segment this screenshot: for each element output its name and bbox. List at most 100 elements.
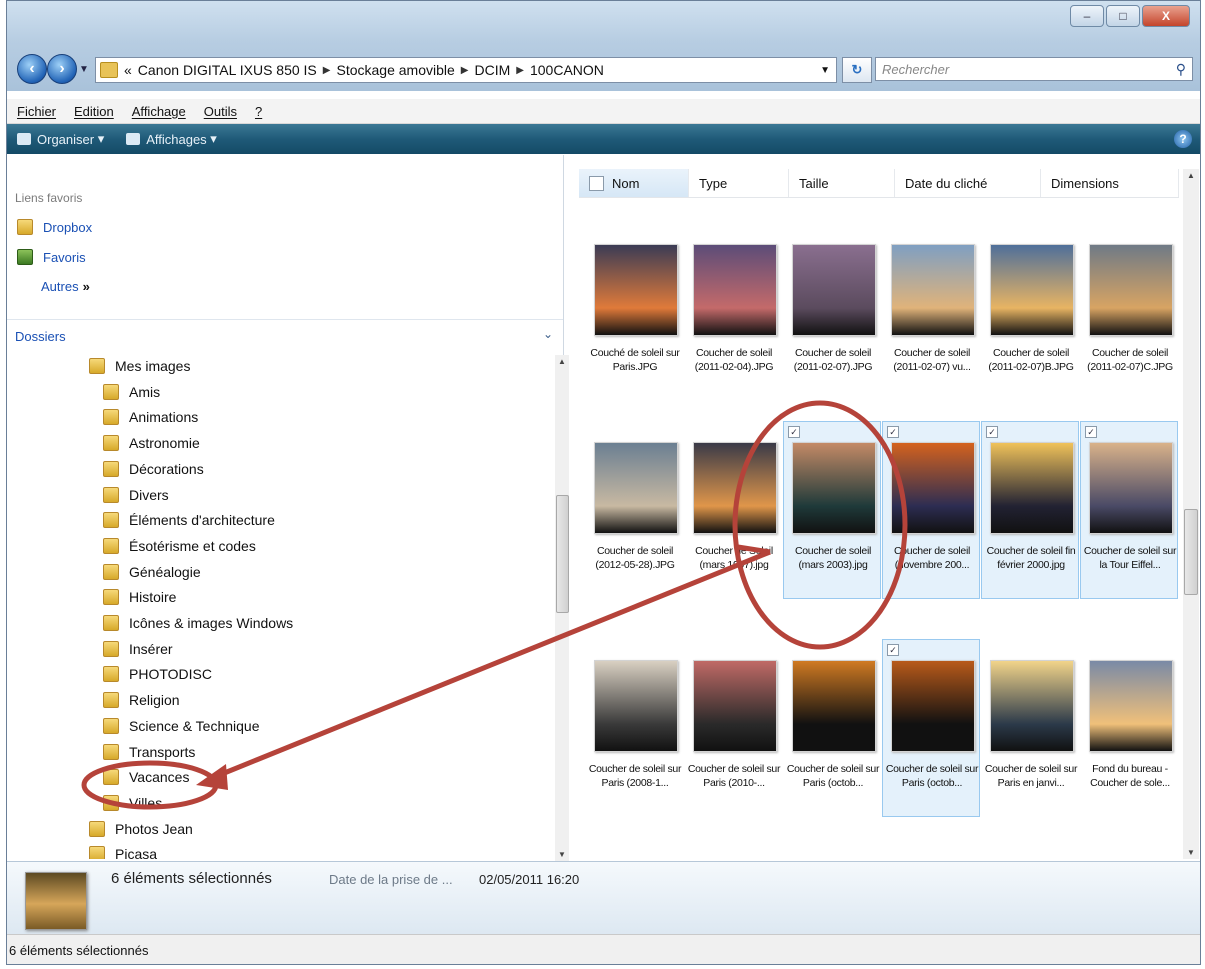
file-name: Coucher de soleil sur la Tour Eiffel... [1083, 545, 1177, 571]
file-thumbnail[interactable]: Coucher de Soleil (mars 1997).jpg [684, 421, 782, 599]
folder-tree-item[interactable]: Icônes & images Windows [103, 610, 293, 636]
refresh-icon[interactable]: ↻ [842, 57, 872, 83]
scroll-down-icon[interactable]: ▼ [1187, 848, 1195, 857]
menu-help[interactable]: ? [255, 104, 262, 119]
folder-tree-item[interactable]: Transports [103, 739, 195, 765]
chevron-down-icon[interactable]: ⌄ [543, 327, 553, 341]
breadcrumb-item[interactable]: Stockage amovible [336, 62, 454, 78]
folder-tree-item[interactable]: Mes images [89, 353, 190, 379]
menu-affichage[interactable]: Affichage [132, 104, 186, 119]
address-dropdown-icon[interactable]: ▼ [820, 65, 830, 76]
recent-pages-dropdown-icon[interactable]: ▼ [79, 64, 89, 75]
address-bar[interactable]: « Canon DIGITAL IXUS 850 IS ▶ Stockage a… [95, 57, 837, 83]
scroll-up-icon[interactable]: ▲ [558, 357, 566, 366]
breadcrumb-item[interactable]: 100CANON [530, 62, 604, 78]
search-icon[interactable]: ⚲ [1176, 61, 1186, 78]
folder-label: Transports [129, 743, 196, 760]
folder-tree-item[interactable]: Insérer [103, 636, 173, 662]
file-thumbnail[interactable]: Coucher de soleil sur Paris (2010-... [684, 639, 782, 817]
checkbox-icon[interactable]: ✓ [788, 426, 800, 438]
file-thumbnail[interactable]: Couché de soleil sur Paris.JPG [585, 223, 683, 401]
file-thumbnail[interactable]: Coucher de soleil (2011-02-07)C.JPG [1080, 223, 1178, 401]
breadcrumb-separator-icon[interactable]: ▶ [323, 65, 331, 76]
file-thumbnail[interactable]: Coucher de soleil (2011-02-07)B.JPG [981, 223, 1079, 401]
folder-tree-item[interactable]: Divers [103, 482, 169, 508]
folder-tree-item[interactable]: Éléments d'architecture [103, 507, 275, 533]
folder-label: Éléments d'architecture [129, 512, 275, 529]
column-type[interactable]: Type [689, 169, 789, 197]
minimize-button[interactable]: – [1070, 5, 1104, 27]
checkbox-icon[interactable]: ✓ [887, 644, 899, 656]
more-favorites-link[interactable]: Autres» [41, 279, 90, 294]
folder-tree-item[interactable]: Ésotérisme et codes [103, 533, 256, 559]
column-taille[interactable]: Taille [789, 169, 895, 197]
folder-tree-item[interactable]: Photos Jean [89, 816, 193, 842]
folder-tree-item[interactable]: Décorations [103, 456, 204, 482]
close-button[interactable]: X [1142, 5, 1190, 27]
folder-tree-item[interactable]: Amis [103, 379, 160, 405]
column-dimensions[interactable]: Dimensions [1041, 169, 1179, 197]
favorite-dropbox[interactable]: Dropbox [17, 219, 92, 235]
menu-fichier[interactable]: Fichier [17, 104, 56, 119]
favorites-folder-icon [17, 249, 33, 265]
file-thumbnail[interactable]: ✓ Coucher de soleil (mars 2003).jpg [783, 421, 881, 599]
checkbox-icon[interactable]: ✓ [1085, 426, 1097, 438]
folder-tree-item[interactable]: Histoire [103, 584, 176, 610]
column-label: Nom [612, 175, 640, 191]
property-value[interactable]: 02/05/2011 16:20 [479, 872, 579, 887]
folder-tree-item[interactable]: PHOTODISC [103, 661, 212, 687]
folder-tree-item[interactable]: Vacances [103, 764, 189, 790]
menu-edition[interactable]: Edition [74, 104, 114, 119]
file-thumbnail[interactable]: Coucher de soleil sur Paris (2008-1... [585, 639, 683, 817]
column-date[interactable]: Date du cliché [895, 169, 1041, 197]
maximize-button[interactable]: □ [1106, 5, 1140, 27]
breadcrumb-overflow[interactable]: « [124, 62, 132, 78]
help-icon[interactable]: ? [1174, 130, 1192, 148]
file-thumbnail[interactable]: ✓ Coucher de soleil sur la Tour Eiffel... [1080, 421, 1178, 599]
forward-arrow-icon[interactable]: › [47, 54, 77, 84]
folder-tree-item[interactable]: Science & Technique [103, 713, 260, 739]
folders-header[interactable]: Dossiers [15, 329, 66, 344]
selection-count: 6 éléments sélectionnés [111, 870, 272, 887]
file-thumbnail[interactable]: Fond du bureau - Coucher de sole... [1080, 639, 1178, 817]
breadcrumb-item[interactable]: Canon DIGITAL IXUS 850 IS [138, 62, 317, 78]
file-thumbnail[interactable]: Coucher de soleil sur Paris (octob... [783, 639, 881, 817]
search-input[interactable]: Rechercher ⚲ [875, 57, 1193, 81]
organize-button[interactable]: Organiser ▾ [17, 131, 104, 147]
checkbox-icon[interactable]: ✓ [887, 426, 899, 438]
views-button[interactable]: Affichages ▾ [126, 131, 217, 147]
favorite-favoris[interactable]: Favoris [17, 249, 86, 265]
file-thumbnail[interactable]: ✓ Coucher de soleil fin février 2000.jpg [981, 421, 1079, 599]
scroll-down-icon[interactable]: ▼ [558, 850, 566, 859]
breadcrumb-item[interactable]: DCIM [474, 62, 510, 78]
checkbox-icon[interactable]: ✓ [986, 426, 998, 438]
back-arrow-icon[interactable]: ‹ [17, 54, 47, 84]
file-thumbnail[interactable]: ✓ Coucher de soleil (novembre 200... [882, 421, 980, 599]
photo-preview [693, 244, 777, 336]
folder-scrollbar[interactable]: ▲ ▼ [555, 355, 569, 861]
file-thumbnail[interactable]: Coucher de soleil (2011-02-07).JPG [783, 223, 881, 401]
file-thumbnail[interactable]: ✓ Coucher de soleil sur Paris (octob... [882, 639, 980, 817]
folder-tree-item[interactable]: Astronomie [103, 430, 200, 456]
folder-tree-item[interactable]: Religion [103, 687, 180, 713]
file-thumbnail[interactable]: Coucher de soleil (2011-02-04).JPG [684, 223, 782, 401]
organize-label: Organiser [37, 131, 95, 147]
file-thumbnail[interactable]: Coucher de soleil (2011-02-07) vu... [882, 223, 980, 401]
file-thumbnail[interactable]: Coucher de soleil (2012-05-28).JPG [585, 421, 683, 599]
scroll-up-icon[interactable]: ▲ [1187, 171, 1195, 180]
column-nom[interactable]: Nom [579, 169, 689, 197]
folder-tree-item[interactable]: Généalogie [103, 559, 201, 585]
menu-outils[interactable]: Outils [204, 104, 237, 119]
file-thumbnail[interactable]: Coucher de soleil sur Paris en janvi... [981, 639, 1079, 817]
navigation-row: ‹ › ▼ « Canon DIGITAL IXUS 850 IS ▶ Stoc… [17, 51, 1193, 87]
breadcrumb-separator-icon[interactable]: ▶ [516, 65, 524, 76]
folder-tree-item[interactable]: Animations [103, 404, 198, 430]
folder-tree-item[interactable]: Villes [103, 790, 162, 816]
favorites-header: Liens favoris [15, 191, 83, 205]
scroll-thumb[interactable] [1184, 509, 1198, 595]
select-all-checkbox[interactable] [589, 175, 604, 191]
scroll-thumb[interactable] [556, 495, 569, 613]
folder-tree-item[interactable]: Picasa [89, 841, 157, 859]
file-scrollbar[interactable]: ▲ ▼ [1183, 169, 1199, 859]
breadcrumb-separator-icon[interactable]: ▶ [461, 65, 469, 76]
